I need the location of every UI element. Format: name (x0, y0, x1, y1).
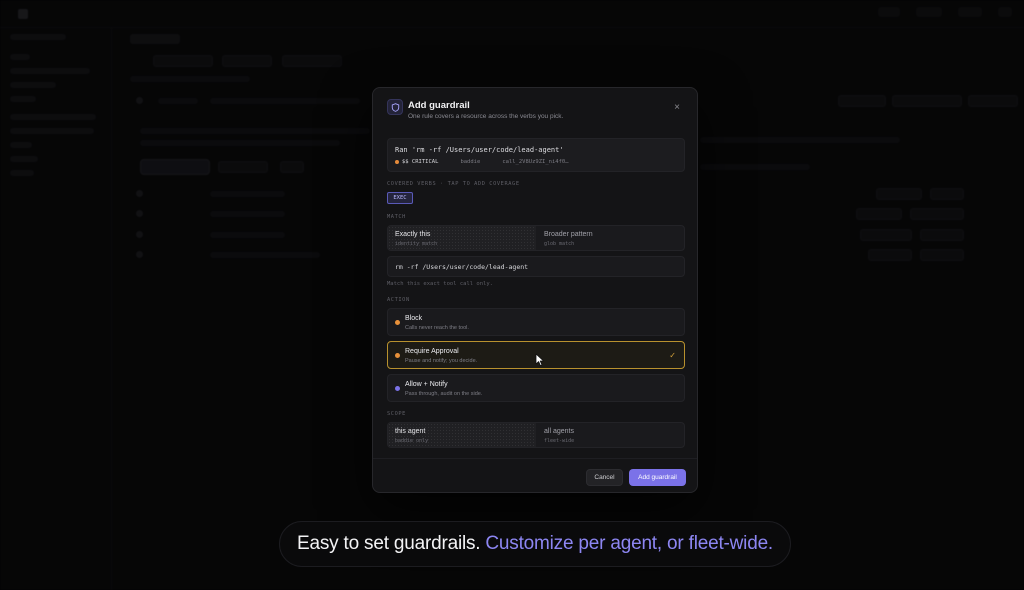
call-id: call_2V8Uz9ZI_ni4f0… (502, 159, 569, 165)
tool-call-summary: Ran 'rm -rf /Users/user/code/lead-agent'… (387, 138, 685, 172)
match-segmented-control: Exactly this identity match Broader patt… (387, 225, 685, 251)
severity-dot-icon (395, 160, 399, 164)
allow-dot-icon (395, 386, 400, 391)
match-option-pattern-title: Broader pattern (544, 231, 593, 238)
modal-subtitle: One rule covers a resource across the ve… (408, 113, 564, 120)
check-icon: ✓ (669, 351, 676, 360)
match-input[interactable]: rm -rf /Users/user/code/lead-agent (387, 256, 685, 277)
caption-banner: Easy to set guardrails. Customize per ag… (279, 521, 791, 567)
action-option-allow-notify[interactable]: Allow + Notify Pass through, audit on th… (387, 374, 685, 402)
block-dot-icon (395, 320, 400, 325)
action-option-block[interactable]: Block Calls never reach the tool. (387, 308, 685, 336)
verb-chip-exec[interactable]: EXEC (387, 192, 413, 204)
scope-all-agents-title: all agents (544, 428, 574, 435)
close-icon[interactable]: × (671, 101, 683, 113)
scope-all-agents-sub: fleet-wide (544, 438, 575, 444)
scope-option-this-agent[interactable]: this agent baddie only (388, 423, 536, 447)
match-option-exact[interactable]: Exactly this identity match (388, 226, 536, 250)
action-label: ACTION (387, 297, 410, 303)
cancel-button[interactable]: Cancel (586, 469, 623, 486)
scope-this-agent-sub: baddie only (395, 438, 429, 444)
add-guardrail-modal: Add guardrail One rule covers a resource… (372, 87, 698, 493)
scope-segmented-control: this agent baddie only all agents fleet-… (387, 422, 685, 448)
match-option-pattern-sub: glob match (544, 241, 575, 247)
tool-call-command: Ran 'rm -rf /Users/user/code/lead-agent' (395, 146, 564, 154)
shield-icon (387, 99, 403, 115)
action-approval-title: Require Approval (405, 348, 459, 355)
caption-part2: Customize per agent, or fleet-wide. (485, 533, 774, 554)
approval-dot-icon (395, 353, 400, 358)
match-option-exact-sub: identity match (395, 241, 438, 247)
scope-option-all-agents[interactable]: all agents fleet-wide (537, 423, 684, 447)
scope-this-agent-title: this agent (395, 428, 426, 435)
modal-footer: Cancel Add guardrail (373, 458, 697, 492)
action-block-desc: Calls never reach the tool. (405, 325, 469, 331)
match-label: MATCH (387, 214, 406, 220)
caption-part1: Easy to set guardrails. (296, 533, 481, 554)
action-block-title: Block (405, 315, 423, 322)
match-option-exact-title: Exactly this (395, 231, 431, 238)
match-help-text: Match this exact tool call only. (387, 281, 493, 287)
scope-label: SCOPE (387, 411, 406, 417)
covered-verbs-label: COVERED VERBS · TAP TO ADD COVERAGE (387, 181, 520, 187)
severity-badge: $$ CRITICAL (402, 159, 439, 165)
match-option-pattern[interactable]: Broader pattern glob match (537, 226, 684, 250)
action-approval-desc: Pause and notify; you decide. (405, 358, 478, 364)
modal-title: Add guardrail (408, 100, 470, 111)
agent-name: baddie (460, 159, 481, 165)
action-allow-title: Allow + Notify (405, 381, 448, 388)
modal-header: Add guardrail One rule covers a resource… (373, 88, 697, 128)
mouse-cursor-icon (535, 353, 544, 366)
tool-call-meta: $$ CRITICAL baddie call_2V8Uz9ZI_ni4f0… (395, 159, 569, 165)
action-allow-desc: Pass through, audit on the side. (405, 391, 483, 397)
add-guardrail-button[interactable]: Add guardrail (629, 469, 686, 486)
